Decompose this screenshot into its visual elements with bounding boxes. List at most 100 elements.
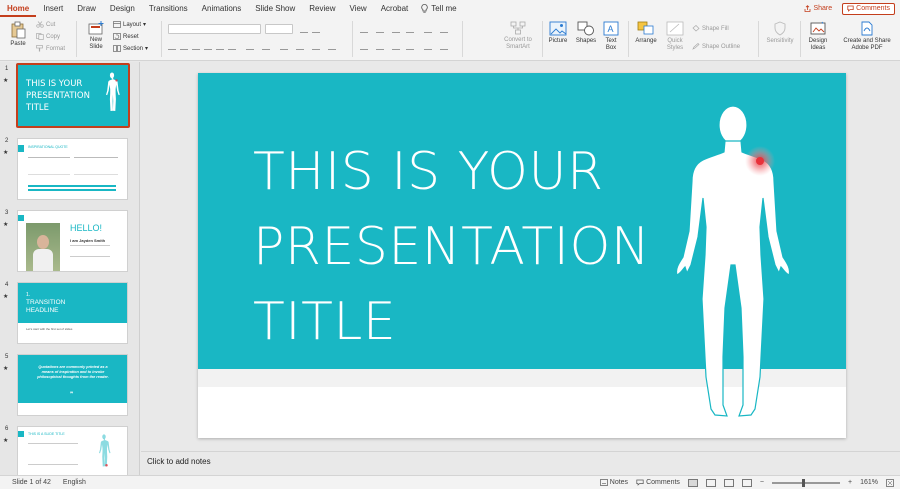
share-button[interactable]: Share [799,3,837,15]
tab-slide-show[interactable]: Slide Show [248,0,302,17]
picture-button[interactable]: Picture [545,21,571,45]
new-slide-button[interactable]: New Slide [84,21,108,51]
font-size-dropdown[interactable] [265,24,293,34]
notes-pane[interactable]: Click to add notes [141,451,900,475]
numbering-icon[interactable] [376,26,384,33]
comments-toggle-button[interactable]: Comments [636,479,680,486]
human-body-illustration[interactable] [653,103,813,423]
highlight-icon[interactable] [296,43,304,50]
lightbulb-icon [421,4,428,13]
increase-font-icon[interactable] [300,26,308,33]
thumb-accent [18,215,24,221]
thumbnail-slide-6[interactable]: THIS IS A SLIDE TITLE [17,426,128,475]
layout-button[interactable]: Layout ▾ [113,21,146,28]
thumb-quote: Quotations are commonly printed as a mea… [37,365,109,379]
format-painter-button[interactable]: Format [36,45,65,52]
new-slide-icon [88,21,104,35]
shapes-button[interactable]: Shapes [573,21,599,45]
align-center-icon[interactable] [376,43,384,50]
thumb-hello: HELLO! [70,223,103,233]
font-color-icon[interactable] [312,43,320,50]
tab-acrobat[interactable]: Acrobat [374,0,416,17]
arrange-button[interactable]: Arrange [632,21,660,45]
zoom-out-icon[interactable]: − [760,479,764,486]
decrease-indent-icon[interactable] [392,26,400,33]
change-case-icon[interactable] [280,43,288,50]
text-direction-icon[interactable] [424,43,432,50]
subscript-icon[interactable] [216,43,224,50]
thumbnail-slide-5[interactable]: Quotations are commonly printed as a mea… [17,354,128,416]
thumbnail-slide-1[interactable]: THIS IS YOUR PRESENTATION TITLE [16,63,130,128]
superscript-icon[interactable] [228,43,236,50]
language-indicator[interactable]: English [63,479,86,486]
notes-placeholder: Click to add notes [147,457,211,466]
create-share-pdf-button[interactable]: Create and Share Adobe PDF [838,21,896,52]
text-box-button[interactable]: A Text Box [600,21,622,52]
copy-label: Copy [46,33,61,40]
tab-draw[interactable]: Draw [70,0,103,17]
quick-styles-button[interactable]: Quick Styles [662,21,688,52]
font-name-dropdown[interactable] [168,24,261,34]
underline-icon[interactable] [192,43,200,50]
columns-icon[interactable] [440,26,448,33]
tab-view[interactable]: View [343,0,374,17]
fit-to-window-icon[interactable] [886,478,894,487]
align-text-icon[interactable] [440,43,448,50]
tab-home[interactable]: Home [0,0,37,17]
reset-button[interactable]: Reset [113,33,139,40]
align-left-icon[interactable] [360,43,368,50]
slide-sorter-view-button[interactable] [705,478,716,487]
convert-smartart-button[interactable]: Convert to SmartArt [496,21,540,51]
tab-insert[interactable]: Insert [36,0,70,17]
zoom-slider[interactable] [772,478,840,487]
tell-me-search[interactable]: Tell me [415,4,462,13]
design-ideas-button[interactable]: Design Ideas [804,21,832,52]
line-spacing-icon[interactable] [424,26,432,33]
slide-show-button[interactable] [741,478,752,487]
tab-animations[interactable]: Animations [195,0,249,17]
justify-icon[interactable] [406,43,414,50]
thumb-accent [18,145,24,152]
cut-button[interactable]: Cut [36,21,55,28]
notes-toggle-button[interactable]: Notes [599,479,628,486]
slide-editing-area[interactable]: THIS IS YOUR PRESENTATION TITLE [141,62,900,451]
italic-icon[interactable] [180,43,188,50]
animation-star-icon: ★ [3,294,9,300]
tab-design[interactable]: Design [103,0,142,17]
tab-review[interactable]: Review [302,0,342,17]
tab-transitions[interactable]: Transitions [142,0,195,17]
normal-view-button[interactable] [687,478,698,487]
align-right-icon[interactable] [392,43,400,50]
zoom-level[interactable]: 161% [860,479,878,486]
slide-thumbnail-panel[interactable]: 1 ★ THIS IS YOUR PRESENTATION TITLE 2 ★ IN… [0,62,140,475]
slide-title[interactable]: THIS IS YOUR PRESENTATION TITLE [253,135,650,360]
shape-outline-button[interactable]: Shape Outline [692,43,740,50]
thumbnail-slide-2[interactable]: INSPIRATIONAL QUOTE [17,138,128,200]
thumbnail-slide-4[interactable]: 1. TRANSITION HEADLINE Let's start with … [17,282,128,344]
character-spacing-icon[interactable] [328,43,336,50]
zoom-slider-handle[interactable] [802,478,805,487]
bullets-icon[interactable] [360,26,368,33]
paste-button[interactable]: Paste [6,21,30,48]
status-bar: Slide 1 of 42 English Notes Comments − +… [0,475,900,489]
sensitivity-button[interactable]: Sensitivity [762,21,798,45]
strikethrough-icon[interactable] [204,43,212,50]
clear-formatting-icon[interactable] [262,43,270,50]
quick-styles-label: Quick Styles [666,38,684,51]
section-button[interactable]: Section ▾ [113,45,148,52]
bold-icon[interactable] [168,43,176,50]
shield-icon [774,21,786,36]
shape-fill-button[interactable]: Shape Fill [692,25,729,32]
comments-button[interactable]: Comments [842,2,895,15]
animation-star-icon: ★ [3,78,9,84]
thumb-text-block [74,157,118,175]
increase-indent-icon[interactable] [406,26,414,33]
text-effects-icon[interactable] [246,43,254,50]
thumbnail-slide-3[interactable]: HELLO! I am Jayden Smith [17,210,128,272]
copy-button[interactable]: Copy [36,33,60,40]
current-slide[interactable]: THIS IS YOUR PRESENTATION TITLE [198,73,846,438]
zoom-in-icon[interactable]: + [848,479,852,486]
reading-view-button[interactable] [723,478,734,487]
decrease-font-icon[interactable] [312,26,320,33]
thumb-number: 4 [5,282,9,288]
